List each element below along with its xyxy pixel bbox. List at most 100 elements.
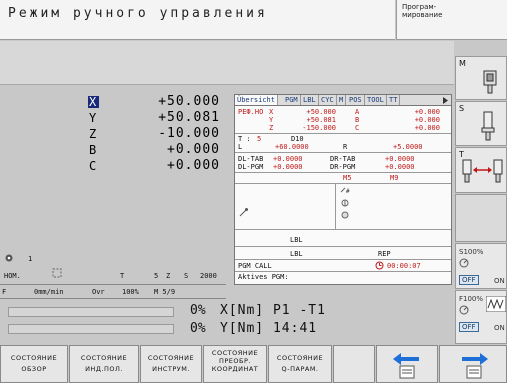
load-bar-2 <box>8 324 174 334</box>
tool-l-label: L <box>238 143 243 151</box>
ov-val-x: +50.000 <box>306 108 336 116</box>
page-title: Режим ручного управления <box>8 6 268 21</box>
tab-scroll-right-icon[interactable] <box>441 96 449 105</box>
status-ovr-label: Ovr <box>92 288 105 296</box>
ov-val-z: -150.000 <box>302 124 336 132</box>
softkey-status-position[interactable]: СОСТОЯНИЕ ИНД.ПОЛ. <box>69 345 139 383</box>
kinematics-icons: # <box>340 187 350 219</box>
ov-val-b: +0.000 <box>414 116 440 124</box>
softkey-prev-bar[interactable] <box>376 345 438 383</box>
status-t-label: T <box>120 272 125 280</box>
spindle-override-label: S100% <box>459 248 484 256</box>
pgm-call-label: PGM CALL <box>238 262 272 270</box>
mode-line-1: Програм- <box>402 3 437 11</box>
softkey-status-tool[interactable]: СОСТОЯНИЕ ИНСТРУМ. <box>140 345 202 383</box>
dl-tab-label: DL-TAB <box>238 155 264 163</box>
tool-name: D10 <box>291 135 304 143</box>
axis-c-value: +0.000 <box>167 158 220 173</box>
ov-val-c: +0.000 <box>414 124 440 132</box>
tool-spindle-icon <box>481 111 495 141</box>
axis-y-label: Y <box>89 111 97 125</box>
m-function-spindle: M5 <box>343 174 352 182</box>
dl-tab-value: +0.0000 <box>273 155 303 163</box>
dl-pgm-label: DL-PGM <box>238 163 264 171</box>
softkey-2-line-2: ИНД.ПОЛ. <box>85 365 123 373</box>
tool-change-icon <box>462 159 503 183</box>
dr-pgm-label: DR-PGM <box>330 163 356 171</box>
mode-line-2: мирование <box>402 11 443 19</box>
feed-on-label: ON <box>494 324 505 332</box>
label-lbl-1: LBL <box>290 236 303 244</box>
softkey-status-coord-transform[interactable]: СОСТОЯНИЕ ПРЕОБР. КООРДИНАТ <box>203 345 267 383</box>
status-f-label: F <box>2 288 7 296</box>
ov-ax-x: X <box>269 108 274 116</box>
tab-overview[interactable]: Übersicht <box>235 95 278 105</box>
mode-header: Режим ручного управления <box>0 0 395 40</box>
dr-tab-value: +0.0000 <box>385 155 415 163</box>
dr-pgm-value: +0.0000 <box>385 163 415 171</box>
softkey-2-line-1: СОСТОЯНИЕ <box>80 354 128 362</box>
softkey-4-line-3: КООРДИНАТ <box>211 365 259 373</box>
tab-lbl[interactable]: LBL <box>301 95 319 105</box>
tab-tt[interactable]: TT <box>387 95 401 105</box>
status-f-value: 0mm/min <box>34 288 64 296</box>
softkey-empty-1[interactable] <box>333 345 375 383</box>
softkey-5-line-1: СОСТОЯНИЕ <box>276 354 324 362</box>
blank-right-key[interactable] <box>455 194 507 242</box>
tab-cyc[interactable]: CYC <box>319 95 337 105</box>
feed-waveform-icon <box>486 296 506 312</box>
status-s-value: 2000 <box>200 272 217 280</box>
ov-ax-y: Y <box>269 116 274 124</box>
t-function-key[interactable]: T <box>455 147 507 193</box>
tab-m[interactable]: M <box>337 95 347 105</box>
line1-text: X[Nm] P1 -T1 <box>220 303 326 318</box>
label-rep: REP <box>378 250 391 258</box>
tool-l-value: +60.0000 <box>275 143 309 151</box>
s-function-key[interactable]: S <box>455 101 507 146</box>
softkey-status-q-params[interactable]: СОСТОЯНИЕ Q-ПАРАМ. <box>268 345 332 383</box>
spindle-override-key[interactable]: S100% OFF ON <box>455 243 507 289</box>
status-t-value: 5 <box>154 272 159 280</box>
load-bar-1 <box>8 307 174 317</box>
ref-pos-label: РЕФ.НО <box>238 108 264 116</box>
feed-override-key[interactable]: F100% OFF ON <box>455 290 507 344</box>
m-function-key[interactable]: M <box>455 56 507 100</box>
tab-pgm[interactable]: PGM <box>283 95 301 105</box>
status-ovr-value: 100% <box>122 288 139 296</box>
label-lbl-2: LBL <box>290 250 303 258</box>
tab-pos[interactable]: POS <box>347 95 365 105</box>
tool-r-value: +5.0000 <box>393 143 423 151</box>
s-key-label: S <box>459 104 465 113</box>
status-s-label: S <box>184 272 189 280</box>
tool-r-label: R <box>343 143 348 151</box>
arrow-left-page-icon <box>393 353 419 379</box>
line2-text: Y[Nm] 14:41 <box>220 321 318 336</box>
programming-mode-indicator[interactable]: Програм- мирование <box>396 0 507 40</box>
ov-ax-a: A <box>355 108 360 116</box>
ov-ax-b: B <box>355 116 360 124</box>
axis-b-label: B <box>89 143 97 157</box>
status-number: 1 <box>28 255 33 263</box>
dl-pgm-value: +0.0000 <box>273 163 303 171</box>
spindle-off-button[interactable]: OFF <box>459 275 479 285</box>
tab-tool[interactable]: TOOL <box>365 95 387 105</box>
axis-y-value: +50.081 <box>158 110 220 125</box>
softkey-next-bar[interactable] <box>439 345 507 383</box>
active-pgm-label: Aktives PGM: <box>238 273 289 281</box>
arrow-right-page-icon <box>462 353 488 379</box>
feed-dial-icon <box>459 305 469 315</box>
nom-label: НОМ. <box>4 272 21 280</box>
status-tabs: Übersicht PGM LBL CYC M POS TOOL TT <box>235 95 451 106</box>
softkey-4-line-2: ПРЕОБР. <box>219 357 251 365</box>
softkey-status-overview[interactable]: СОСТОЯНИЕ ОБЗОР <box>0 345 68 383</box>
tool-t-label: T : <box>238 135 251 143</box>
status-z-label: Z <box>166 272 171 280</box>
ov-ax-c: C <box>355 124 360 132</box>
feed-off-button[interactable]: OFF <box>459 322 479 332</box>
tool-number: 5 <box>257 135 262 143</box>
status-overview-panel: Übersicht PGM LBL CYC M POS TOOL TT РЕФ.… <box>234 94 452 285</box>
spindle-icon <box>483 70 497 94</box>
override-dial-icon <box>459 258 469 268</box>
softkey-1-line-1: СОСТОЯНИЕ <box>10 354 58 362</box>
axis-z-label: Z <box>89 127 97 141</box>
